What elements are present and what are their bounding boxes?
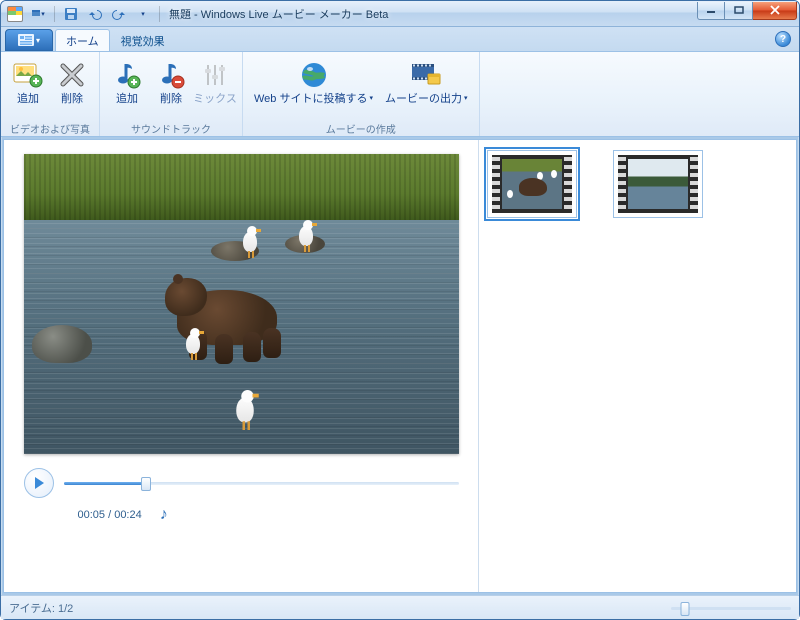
play-button[interactable] — [24, 468, 54, 498]
movie-output-button[interactable]: ムービーの出力▾ — [380, 54, 473, 118]
music-add-icon — [111, 59, 143, 91]
ribbon-group-media: 追加 削除 ビデオおよび写真 — [1, 52, 100, 136]
ribbon-group-soundtrack-label: サウンドトラック — [131, 120, 211, 136]
sound-mix-button: ミックス — [194, 54, 236, 118]
music-note-icon: ♪ — [160, 506, 168, 524]
sound-remove-button[interactable]: 削除 — [150, 54, 192, 118]
app-icon — [7, 6, 23, 22]
ribbon: 追加 削除 ビデオおよび写真 追加 — [1, 51, 799, 137]
video-preview[interactable] — [24, 154, 459, 454]
media-add-button[interactable]: 追加 — [7, 54, 49, 118]
media-remove-label: 削除 — [61, 93, 83, 105]
zoom-slider[interactable] — [671, 600, 791, 616]
close-button[interactable] — [753, 2, 797, 20]
sound-mix-label: ミックス — [193, 93, 237, 105]
ribbon-group-media-label: ビデオおよび写真 — [10, 120, 90, 136]
window-title: 無題 - Windows Live ムービー メーカー Beta — [169, 6, 388, 22]
app-window: ▾ ▾ 無題 - Windows Live ムービー メーカー Beta — [0, 0, 800, 620]
undo-button[interactable] — [84, 4, 106, 24]
titlebar: ▾ ▾ 無題 - Windows Live ムービー メーカー Beta — [1, 1, 799, 27]
ribbon-group-make-movie-label: ムービーの作成 — [326, 120, 396, 136]
maximize-button[interactable] — [725, 2, 753, 20]
clip-thumbnail[interactable] — [487, 150, 577, 218]
clip-thumbnail[interactable] — [613, 150, 703, 218]
media-add-label: 追加 — [17, 93, 39, 105]
tab-home[interactable]: ホーム — [55, 29, 110, 51]
delete-x-icon — [56, 59, 88, 91]
playback-time: 00:05 / 00:24 — [78, 509, 142, 521]
media-remove-button[interactable]: 削除 — [51, 54, 93, 118]
movie-output-label: ムービーの出力 — [385, 93, 462, 105]
music-remove-icon — [155, 59, 187, 91]
sound-remove-label: 削除 — [160, 93, 182, 105]
tab-visual-effects[interactable]: 視覚効果 — [110, 29, 176, 51]
globe-icon — [298, 59, 330, 91]
minimize-button[interactable] — [697, 2, 725, 20]
ribbon-group-make-movie: Web サイトに投稿する▾ ムービーの出力▾ ムービーの作成 — [243, 52, 480, 136]
seek-slider[interactable] — [64, 474, 459, 492]
sound-add-button[interactable]: 追加 — [106, 54, 148, 118]
storyboard[interactable] — [479, 140, 796, 592]
sound-add-label: 追加 — [116, 93, 138, 105]
help-button[interactable]: ? — [775, 31, 791, 47]
film-export-icon — [410, 59, 442, 91]
player-controls — [24, 468, 459, 498]
publish-web-button[interactable]: Web サイトに投稿する▾ — [249, 54, 378, 118]
photo-add-icon — [12, 59, 44, 91]
workspace: 00:05 / 00:24 ♪ — [3, 139, 797, 593]
file-menu-button[interactable]: ▾ — [5, 29, 53, 51]
app-menu-dropdown[interactable]: ▾ — [27, 4, 49, 24]
publish-web-label: Web サイトに投稿する — [254, 93, 367, 105]
window-buttons — [697, 2, 797, 20]
save-button[interactable] — [60, 4, 82, 24]
ribbon-tabstrip: ▾ ホーム 視覚効果 ? — [1, 27, 799, 51]
qat-customize-button[interactable]: ▾ — [132, 4, 154, 24]
redo-button[interactable] — [108, 4, 130, 24]
status-bar: アイテム: 1/2 — [1, 595, 799, 619]
mixer-icon — [199, 59, 231, 91]
status-item-count: アイテム: 1/2 — [9, 600, 73, 616]
ribbon-group-soundtrack: 追加 削除 ミックス サウンドトラック — [100, 52, 243, 136]
preview-pane: 00:05 / 00:24 ♪ — [4, 140, 479, 592]
quick-access-toolbar: ▾ ▾ — [27, 1, 163, 26]
